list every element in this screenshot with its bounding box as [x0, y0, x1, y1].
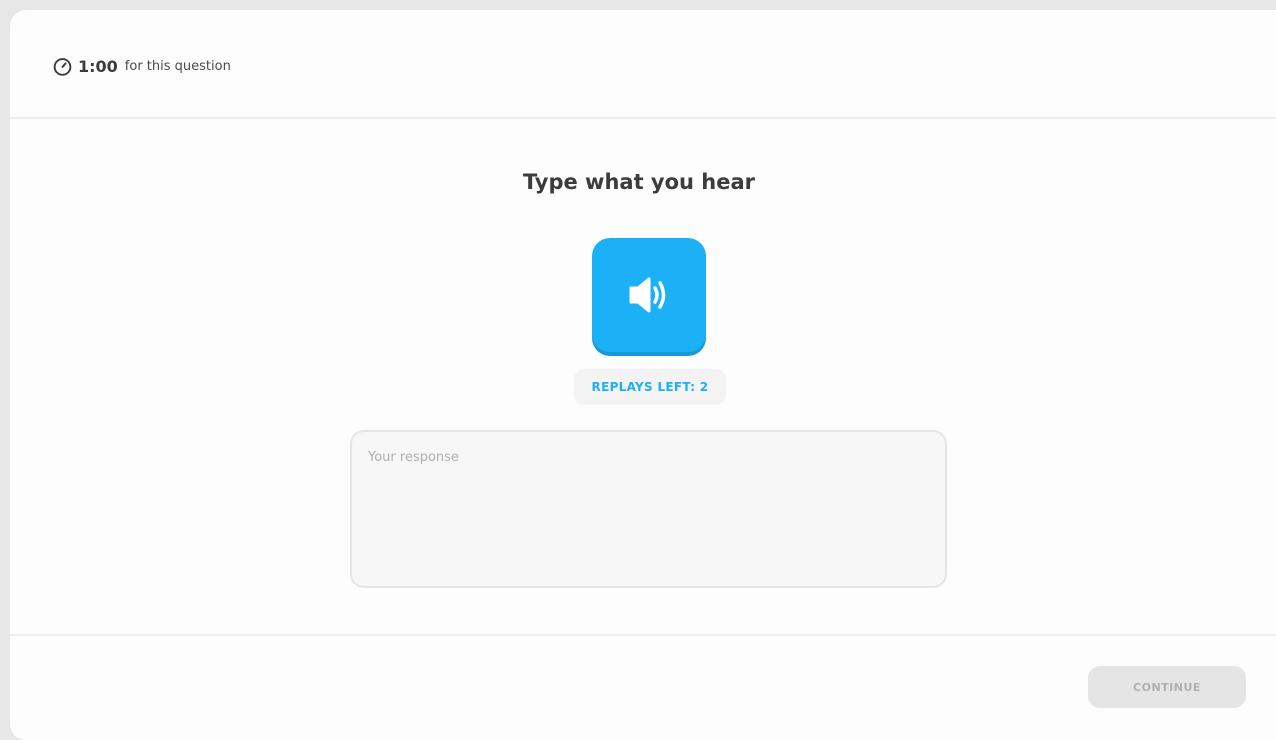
timer-caption: for this question: [124, 59, 231, 74]
play-audio-button[interactable]: [592, 238, 706, 352]
question-timer: 1:00 for this question: [52, 56, 231, 77]
response-input[interactable]: [350, 430, 947, 588]
footer-bar: CONTINUE: [10, 634, 1276, 740]
exercise-window: 1:00 for this question Type what you hea…: [10, 10, 1276, 740]
continue-button[interactable]: CONTINUE: [1088, 666, 1246, 708]
timer-value: 1:00: [78, 57, 118, 76]
speaker-icon: [629, 277, 666, 313]
stopwatch-icon: [53, 58, 72, 76]
header-bar: 1:00 for this question: [10, 10, 1276, 119]
replays-left-badge: REPLAYS LEFT: 2: [574, 369, 726, 405]
exercise-prompt-title: Type what you hear: [522, 170, 756, 194]
